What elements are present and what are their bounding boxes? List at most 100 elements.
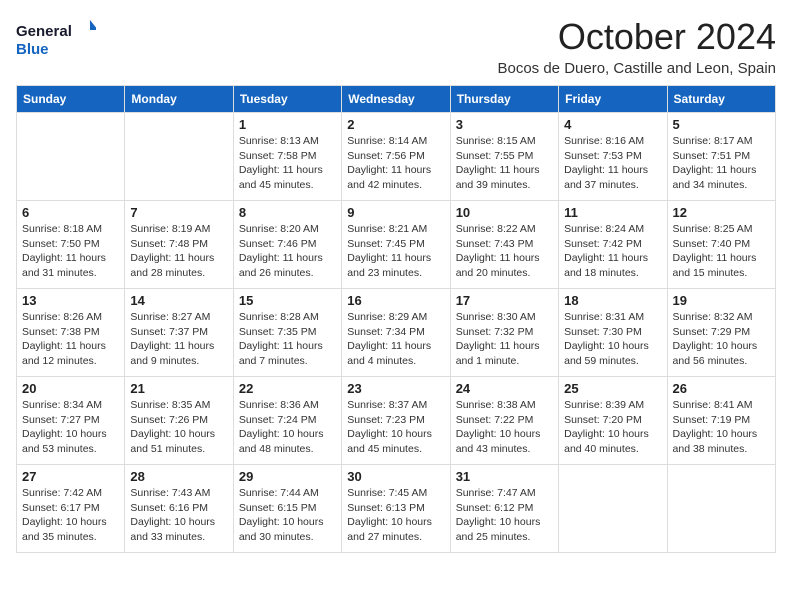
calendar-cell: 25 Sunrise: 8:39 AMSunset: 7:20 PMDayligh… bbox=[559, 377, 667, 465]
title-area: October 2024 Bocos de Duero, Castille an… bbox=[497, 16, 776, 77]
calendar-cell: 29Sunrise: 7:44 AMSunset: 6:15 PMDayligh… bbox=[233, 465, 341, 553]
cell-date-number: 26 bbox=[673, 381, 770, 396]
cell-date-number: 20 bbox=[22, 381, 119, 396]
calendar-cell: 31 Sunrise: 7:47 AMSunset: 6:12 PMDayligh… bbox=[450, 465, 558, 553]
cell-daylight-info: Sunrise: 8:15 AMSunset: 7:55 PMDaylight:… bbox=[456, 134, 553, 193]
logo: General Blue bbox=[16, 16, 96, 60]
month-title: October 2024 bbox=[497, 16, 776, 58]
calendar-cell: 15 Sunrise: 8:28 AMSunset: 7:35 PMDayligh… bbox=[233, 289, 341, 377]
cell-date-number: 25 bbox=[564, 381, 661, 396]
cell-daylight-info: Sunrise: 7:42 AMSunset: 6:17 PMDaylight:… bbox=[22, 486, 119, 545]
cell-daylight-info: Sunrise: 8:27 AMSunset: 7:37 PMDaylight:… bbox=[130, 310, 227, 369]
cell-daylight-info: Sunrise: 8:21 AMSunset: 7:45 PMDaylight:… bbox=[347, 222, 444, 281]
cell-date-number: 21 bbox=[130, 381, 227, 396]
calendar-cell: 16 Sunrise: 8:29 AMSunset: 7:34 PMDayligh… bbox=[342, 289, 450, 377]
cell-date-number: 27 bbox=[22, 469, 119, 484]
cell-daylight-info: Sunrise: 8:28 AMSunset: 7:35 PMDaylight:… bbox=[239, 310, 336, 369]
calendar-table: SundayMondayTuesdayWednesdayThursdayFrid… bbox=[16, 85, 776, 553]
calendar-cell: 26Sunrise: 8:41 AMSunset: 7:19 PMDayligh… bbox=[667, 377, 775, 465]
cell-date-number: 17 bbox=[456, 293, 553, 308]
calendar-cell: 12Sunrise: 8:25 AMSunset: 7:40 PMDayligh… bbox=[667, 201, 775, 289]
calendar-cell: 24 Sunrise: 8:38 AMSunset: 7:22 PMDayligh… bbox=[450, 377, 558, 465]
cell-date-number: 29 bbox=[239, 469, 336, 484]
day-header-monday: Monday bbox=[125, 86, 233, 113]
calendar-cell: 28Sunrise: 7:43 AMSunset: 6:16 PMDayligh… bbox=[125, 465, 233, 553]
cell-date-number: 5 bbox=[673, 117, 770, 132]
cell-daylight-info: Sunrise: 8:13 AMSunset: 7:58 PMDaylight:… bbox=[239, 134, 336, 193]
cell-date-number: 14 bbox=[130, 293, 227, 308]
cell-daylight-info: Sunrise: 8:37 AMSunset: 7:23 PMDaylight:… bbox=[347, 398, 444, 457]
cell-date-number: 10 bbox=[456, 205, 553, 220]
cell-daylight-info: Sunrise: 8:38 AMSunset: 7:22 PMDaylight:… bbox=[456, 398, 553, 457]
cell-daylight-info: Sunrise: 8:39 AMSunset: 7:20 PMDaylight:… bbox=[564, 398, 661, 457]
cell-daylight-info: Sunrise: 8:20 AMSunset: 7:46 PMDaylight:… bbox=[239, 222, 336, 281]
logo-icon: General Blue bbox=[16, 16, 96, 60]
calendar-cell: 10 Sunrise: 8:22 AMSunset: 7:43 PMDayligh… bbox=[450, 201, 558, 289]
cell-daylight-info: Sunrise: 8:19 AMSunset: 7:48 PMDaylight:… bbox=[130, 222, 227, 281]
cell-daylight-info: Sunrise: 8:17 AMSunset: 7:51 PMDaylight:… bbox=[673, 134, 770, 193]
cell-date-number: 13 bbox=[22, 293, 119, 308]
location-title: Bocos de Duero, Castille and Leon, Spain bbox=[497, 60, 776, 77]
cell-daylight-info: Sunrise: 7:47 AMSunset: 6:12 PMDaylight:… bbox=[456, 486, 553, 545]
week-row-3: 13 Sunrise: 8:26 AMSunset: 7:38 PMDayligh… bbox=[17, 289, 776, 377]
cell-daylight-info: Sunrise: 8:35 AMSunset: 7:26 PMDaylight:… bbox=[130, 398, 227, 457]
cell-daylight-info: Sunrise: 8:24 AMSunset: 7:42 PMDaylight:… bbox=[564, 222, 661, 281]
svg-text:General: General bbox=[16, 23, 72, 40]
cell-date-number: 3 bbox=[456, 117, 553, 132]
cell-date-number: 28 bbox=[130, 469, 227, 484]
calendar-cell bbox=[125, 113, 233, 201]
cell-daylight-info: Sunrise: 8:30 AMSunset: 7:32 PMDaylight:… bbox=[456, 310, 553, 369]
cell-date-number: 31 bbox=[456, 469, 553, 484]
calendar-cell: 9 Sunrise: 8:21 AMSunset: 7:45 PMDaylight… bbox=[342, 201, 450, 289]
cell-daylight-info: Sunrise: 8:22 AMSunset: 7:43 PMDaylight:… bbox=[456, 222, 553, 281]
cell-date-number: 11 bbox=[564, 205, 661, 220]
day-header-thursday: Thursday bbox=[450, 86, 558, 113]
calendar-cell bbox=[559, 465, 667, 553]
calendar-cell bbox=[667, 465, 775, 553]
week-row-4: 20 Sunrise: 8:34 AMSunset: 7:27 PMDayligh… bbox=[17, 377, 776, 465]
calendar-cell: 8 Sunrise: 8:20 AMSunset: 7:46 PMDaylight… bbox=[233, 201, 341, 289]
calendar-cell: 1 Sunrise: 8:13 AMSunset: 7:58 PMDaylight… bbox=[233, 113, 341, 201]
cell-date-number: 15 bbox=[239, 293, 336, 308]
calendar-cell: 22Sunrise: 8:36 AMSunset: 7:24 PMDayligh… bbox=[233, 377, 341, 465]
cell-date-number: 9 bbox=[347, 205, 444, 220]
calendar-cell: 30Sunrise: 7:45 AMSunset: 6:13 PMDayligh… bbox=[342, 465, 450, 553]
week-row-1: 1 Sunrise: 8:13 AMSunset: 7:58 PMDaylight… bbox=[17, 113, 776, 201]
calendar-cell: 2Sunrise: 8:14 AMSunset: 7:56 PMDaylight… bbox=[342, 113, 450, 201]
cell-date-number: 24 bbox=[456, 381, 553, 396]
calendar-cell: 5 Sunrise: 8:17 AMSunset: 7:51 PMDaylight… bbox=[667, 113, 775, 201]
cell-daylight-info: Sunrise: 8:31 AMSunset: 7:30 PMDaylight:… bbox=[564, 310, 661, 369]
cell-date-number: 18 bbox=[564, 293, 661, 308]
cell-date-number: 22 bbox=[239, 381, 336, 396]
cell-date-number: 1 bbox=[239, 117, 336, 132]
calendar-cell: 23Sunrise: 8:37 AMSunset: 7:23 PMDayligh… bbox=[342, 377, 450, 465]
day-header-sunday: Sunday bbox=[17, 86, 125, 113]
cell-daylight-info: Sunrise: 8:18 AMSunset: 7:50 PMDaylight:… bbox=[22, 222, 119, 281]
cell-daylight-info: Sunrise: 8:29 AMSunset: 7:34 PMDaylight:… bbox=[347, 310, 444, 369]
day-header-friday: Friday bbox=[559, 86, 667, 113]
calendar-cell: 17 Sunrise: 8:30 AMSunset: 7:32 PMDayligh… bbox=[450, 289, 558, 377]
cell-date-number: 7 bbox=[130, 205, 227, 220]
cell-daylight-info: Sunrise: 8:34 AMSunset: 7:27 PMDaylight:… bbox=[22, 398, 119, 457]
calendar-cell: 4Sunrise: 8:16 AMSunset: 7:53 PMDaylight… bbox=[559, 113, 667, 201]
calendar-cell: 6Sunrise: 8:18 AMSunset: 7:50 PMDaylight… bbox=[17, 201, 125, 289]
header-row: SundayMondayTuesdayWednesdayThursdayFrid… bbox=[17, 86, 776, 113]
day-header-tuesday: Tuesday bbox=[233, 86, 341, 113]
calendar-cell: 13 Sunrise: 8:26 AMSunset: 7:38 PMDayligh… bbox=[17, 289, 125, 377]
cell-date-number: 16 bbox=[347, 293, 444, 308]
cell-daylight-info: Sunrise: 8:16 AMSunset: 7:53 PMDaylight:… bbox=[564, 134, 661, 193]
cell-date-number: 8 bbox=[239, 205, 336, 220]
svg-text:Blue: Blue bbox=[16, 41, 49, 58]
cell-daylight-info: Sunrise: 8:26 AMSunset: 7:38 PMDaylight:… bbox=[22, 310, 119, 369]
calendar-cell: 20 Sunrise: 8:34 AMSunset: 7:27 PMDayligh… bbox=[17, 377, 125, 465]
cell-date-number: 19 bbox=[673, 293, 770, 308]
cell-daylight-info: Sunrise: 7:45 AMSunset: 6:13 PMDaylight:… bbox=[347, 486, 444, 545]
week-row-5: 27 Sunrise: 7:42 AMSunset: 6:17 PMDayligh… bbox=[17, 465, 776, 553]
calendar-cell: 21 Sunrise: 8:35 AMSunset: 7:26 PMDayligh… bbox=[125, 377, 233, 465]
calendar-cell: 27 Sunrise: 7:42 AMSunset: 6:17 PMDayligh… bbox=[17, 465, 125, 553]
cell-daylight-info: Sunrise: 8:14 AMSunset: 7:56 PMDaylight:… bbox=[347, 134, 444, 193]
cell-daylight-info: Sunrise: 8:25 AMSunset: 7:40 PMDaylight:… bbox=[673, 222, 770, 281]
calendar-cell: 19Sunrise: 8:32 AMSunset: 7:29 PMDayligh… bbox=[667, 289, 775, 377]
week-row-2: 6Sunrise: 8:18 AMSunset: 7:50 PMDaylight… bbox=[17, 201, 776, 289]
day-header-wednesday: Wednesday bbox=[342, 86, 450, 113]
